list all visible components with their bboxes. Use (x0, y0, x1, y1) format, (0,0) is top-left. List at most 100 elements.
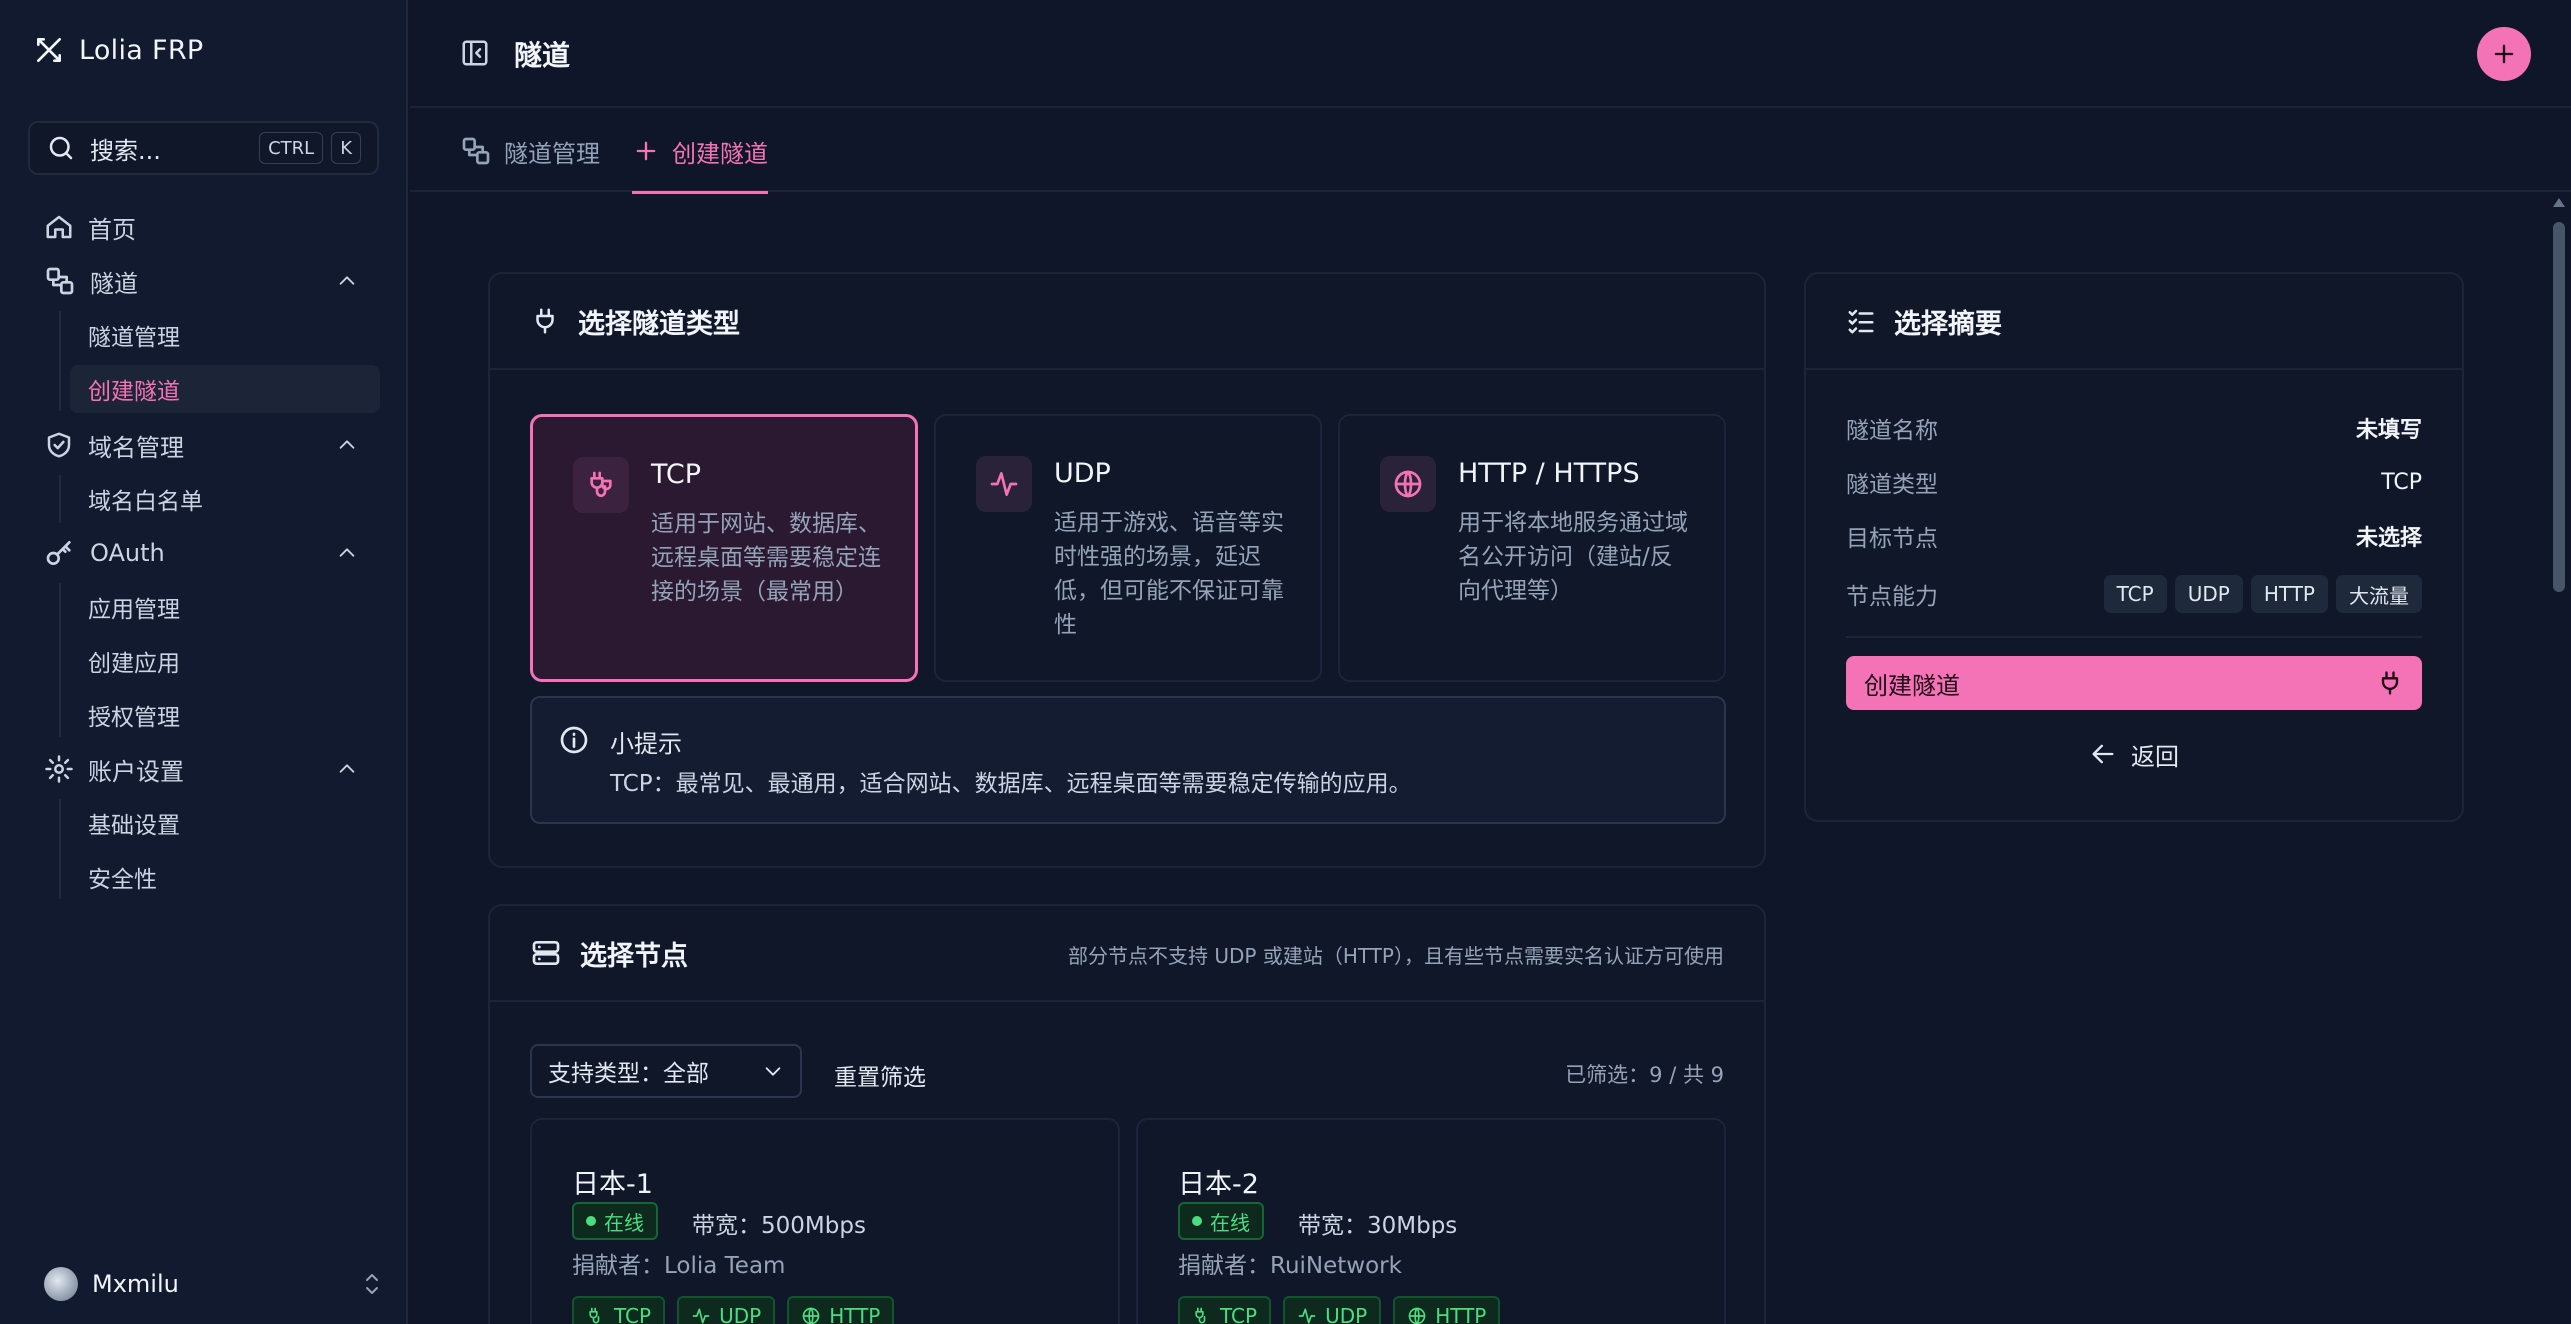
server-icon (530, 937, 562, 969)
sidebar-toggle-icon[interactable] (460, 38, 490, 68)
add-button[interactable] (2477, 27, 2531, 81)
search-placeholder: 搜索... (90, 136, 161, 165)
summary-row-caps: 节点能力 TCP UDP HTTP 大流量 (1846, 574, 2422, 614)
chevron-down-icon (762, 1060, 784, 1082)
plus-icon (632, 137, 660, 165)
chevron-up-icon[interactable] (336, 434, 358, 456)
sub-divider (59, 311, 61, 411)
feature-label: UDP (1325, 1304, 1368, 1324)
home-icon (44, 212, 74, 242)
create-tunnel-button[interactable]: 创建隧道 (1846, 656, 2422, 710)
app-name: Lolia FRP (79, 34, 204, 66)
sidebar: Lolia FRP 搜索... CTRL K 首页 隧道 隧道管理 创建隧道 域… (0, 0, 408, 1324)
card-header: 选择隧道类型 (490, 274, 1764, 370)
sidebar-item-security[interactable]: 安全性 (70, 853, 380, 901)
sidebar-item-app-create[interactable]: 创建应用 (70, 637, 380, 685)
sidebar-item-label: 域名管理 (88, 433, 184, 462)
capability-chip: 大流量 (2336, 575, 2422, 613)
card-title: 选择摘要 (1894, 308, 2002, 340)
sidebar-item-oauth[interactable]: OAuth (44, 529, 380, 577)
node-card[interactable]: 日本-2 在线 带宽：30Mbps 捐献者：RuiNetwork TCP UDP… (1136, 1118, 1726, 1324)
type-name: TCP (651, 459, 702, 490)
capability-chip: UDP (2174, 575, 2243, 613)
capability-chip: HTTP (2250, 575, 2328, 613)
tip-text: TCP：最常见、最通用，适合网站、数据库、远程桌面等需要稳定传输的应用。 (610, 771, 1412, 797)
sidebar-item-label: 账户设置 (88, 757, 184, 786)
sidebar-item-home[interactable]: 首页 (44, 203, 380, 251)
avatar (44, 1267, 78, 1301)
sidebar-item-app-manage[interactable]: 应用管理 (70, 583, 380, 631)
type-filter-select[interactable]: 支持类型：全部 (530, 1044, 802, 1098)
divider (1846, 636, 2422, 638)
type-option-tcp[interactable]: TCP 适用于网站、数据库、远程桌面等需要稳定连接的场景（最常用） (530, 414, 918, 682)
node-select-card: 选择节点 部分节点不支持 UDP 或建站（HTTP），且有些节点需要实名认证方可… (488, 904, 1766, 1324)
tab-label: 创建隧道 (672, 139, 768, 168)
sidebar-item-basic-settings[interactable]: 基础设置 (70, 799, 380, 847)
sidebar-item-tunnel-create[interactable]: 创建隧道 (70, 365, 380, 413)
chevron-up-icon[interactable] (336, 270, 358, 292)
scrollbar[interactable] (2547, 192, 2571, 1324)
type-desc: 适用于游戏、语音等实时性强的场景，延迟低，但可能不保证可靠性 (1054, 510, 1284, 638)
feature-tag: TCP (1178, 1296, 1272, 1324)
type-desc: 适用于网站、数据库、远程桌面等需要稳定连接的场景（最常用） (651, 511, 881, 605)
type-name: HTTP / HTTPS (1458, 458, 1640, 489)
feature-label: TCP (614, 1304, 652, 1324)
tab-label: 隧道管理 (504, 139, 600, 168)
globe-icon (1408, 1307, 1426, 1324)
back-button[interactable]: 返回 (1806, 734, 2462, 774)
kbd-k: K (331, 132, 361, 164)
feature-label: TCP (1220, 1304, 1258, 1324)
sidebar-item-account[interactable]: 账户设置 (44, 745, 380, 793)
feature-tag: HTTP (1393, 1296, 1501, 1324)
user-name: Mxmilu (92, 1270, 179, 1298)
arrow-left-icon (2089, 740, 2117, 768)
tab-tunnel-manage[interactable]: 隧道管理 (460, 110, 600, 192)
node-card[interactable]: 日本-1 在线 带宽：500Mbps 捐献者：Lolia Team TCP UD… (530, 1118, 1120, 1324)
activity-icon (1298, 1308, 1316, 1324)
capability-chip: TCP (2103, 575, 2167, 613)
tab-tunnel-create[interactable]: 创建隧道 (632, 110, 768, 194)
sidebar-item-domain-whitelist[interactable]: 域名白名单 (70, 475, 380, 523)
sidebar-item-domain[interactable]: 域名管理 (44, 421, 380, 469)
feature-tag: HTTP (787, 1296, 895, 1324)
reset-filter-button[interactable]: 重置筛选 (834, 1058, 926, 1092)
kbd-ctrl: CTRL (259, 132, 324, 164)
tab-bar: 隧道管理 创建隧道 (410, 110, 2571, 194)
status-text: 在线 (1210, 1210, 1250, 1235)
user-menu[interactable]: Mxmilu (44, 1264, 384, 1304)
type-desc: 用于将本地服务通过域名公开访问（建站/反向代理等） (1458, 510, 1688, 604)
card-title: 选择隧道类型 (578, 308, 740, 340)
feature-tag: TCP (572, 1296, 666, 1324)
search-input[interactable]: 搜索... CTRL K (28, 121, 379, 175)
list-check-icon (1846, 306, 1876, 336)
type-option-http[interactable]: HTTP / HTTPS 用于将本地服务通过域名公开访问（建站/反向代理等） (1338, 414, 1726, 682)
scroll-up-arrow-icon[interactable] (2553, 198, 2565, 207)
sidebar-item-tunnel-manage[interactable]: 隧道管理 (70, 311, 380, 359)
type-name: UDP (1054, 458, 1111, 489)
summary-value: 未选择 (2355, 526, 2422, 551)
status-text: 在线 (604, 1210, 644, 1235)
status-badge: 在线 (1178, 1202, 1264, 1240)
select-value: 支持类型：全部 (548, 1061, 709, 1087)
sidebar-item-label: 首页 (88, 215, 136, 244)
summary-value: TCP (2381, 469, 2422, 495)
key-icon (44, 537, 76, 569)
status-dot (1192, 1216, 1202, 1226)
feature-label: UDP (719, 1304, 762, 1324)
sidebar-item-auth-manage[interactable]: 授权管理 (70, 691, 380, 739)
node-donor: 捐献者：RuiNetwork (1178, 1253, 1402, 1279)
chevron-up-icon[interactable] (336, 542, 358, 564)
scroll-thumb[interactable] (2553, 222, 2565, 592)
summary-key: 节点能力 (1846, 584, 1938, 610)
type-option-udp[interactable]: UDP 适用于游戏、语音等实时性强的场景，延迟低，但可能不保证可靠性 (934, 414, 1322, 682)
brand[interactable]: Lolia FRP (33, 34, 204, 66)
page-title: 隧道 (514, 39, 571, 72)
logo-icon (33, 34, 65, 66)
summary-card: 选择摘要 隧道名称 未填写 隧道类型 TCP 目标节点 未选择 节点能力 TCP… (1804, 272, 2464, 822)
sub-divider (59, 799, 61, 899)
globe-icon (1380, 456, 1436, 512)
feature-tag: UDP (677, 1296, 776, 1324)
chevron-up-icon[interactable] (336, 758, 358, 780)
node-name: 日本-2 (1178, 1169, 1259, 1200)
sidebar-item-tunnel[interactable]: 隧道 (44, 257, 380, 305)
